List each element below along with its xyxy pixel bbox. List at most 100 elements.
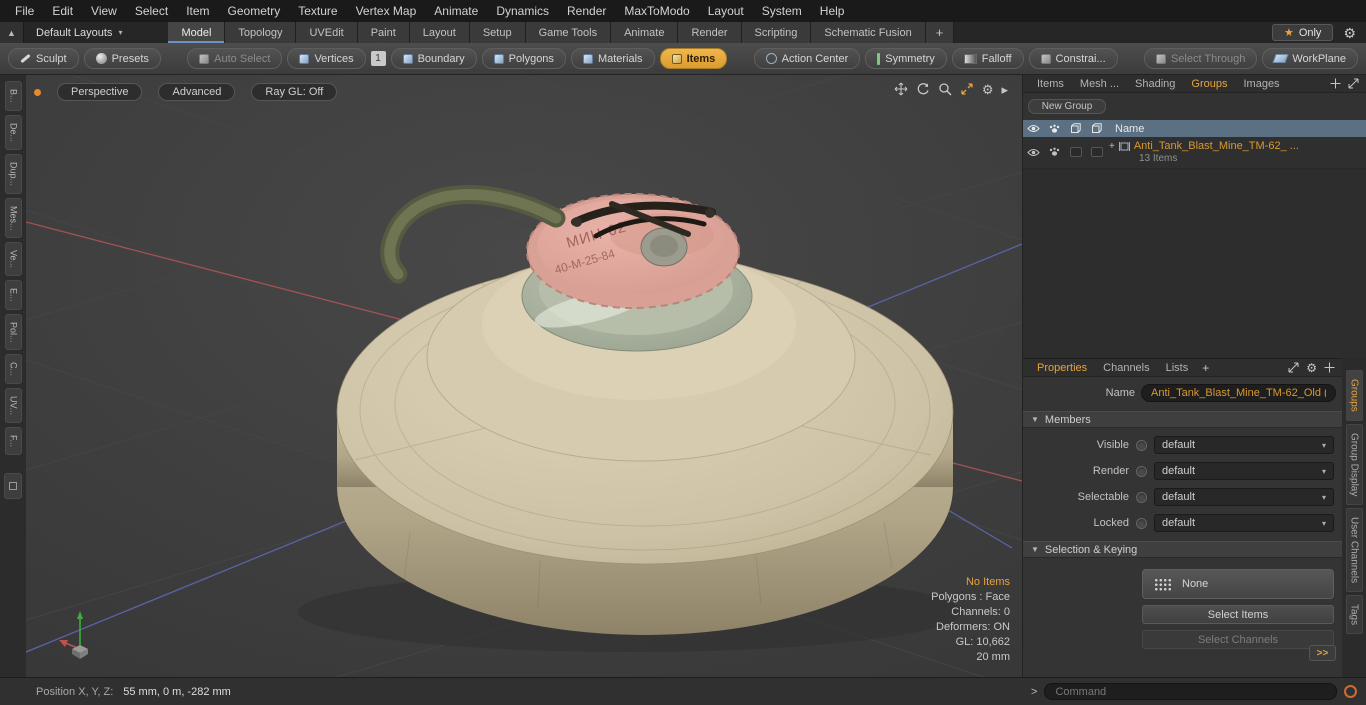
add-panel-tab-button[interactable]: + [1196,361,1215,375]
tab-images[interactable]: Images [1235,76,1287,92]
keying-toggle[interactable] [1136,491,1147,503]
members-section-header[interactable]: ▼ Members [1023,411,1342,428]
toolbox-tab[interactable]: UV... [4,388,22,424]
group-name-input[interactable] [1141,384,1336,402]
command-input[interactable] [1044,683,1337,700]
tab-channels[interactable]: Channels [1095,360,1157,376]
raygl-button[interactable]: Ray GL: Off [251,83,338,101]
name-column-header[interactable]: Name [1107,123,1144,135]
locked-dropdown[interactable]: default ▾ [1154,514,1334,532]
menu-item[interactable]: Item [177,0,218,22]
toolbox-tab[interactable]: C... [4,354,22,385]
toolbox-tab[interactable]: B... [4,81,22,111]
resize-panel-icon[interactable] [1288,362,1299,373]
menu-item[interactable]: Dynamics [487,0,558,22]
select-column-header[interactable] [1086,123,1107,134]
layout-selector-dropdown[interactable]: Default Layouts ▾ [24,22,134,43]
presets-button[interactable]: Presets [83,48,161,69]
select-channels-button[interactable]: Select Channels [1142,630,1334,649]
side-tab-group-display[interactable]: Group Display [1345,423,1363,506]
sculpt-button[interactable]: Sculpt [8,48,79,69]
toolbox-tab[interactable]: F... [4,427,22,456]
advanced-button[interactable]: Advanced [158,83,236,101]
items-button[interactable]: Items [659,48,728,69]
menu-item[interactable]: Help [811,0,854,22]
add-layout-tab-button[interactable]: + [925,22,955,43]
menu-item[interactable]: Geometry [219,0,290,22]
lock-column-header[interactable] [1065,123,1086,134]
gear-icon[interactable]: ⚙ [1343,26,1356,40]
layout-tab[interactable]: Scripting [741,22,812,43]
keying-toggle[interactable] [1136,465,1147,477]
layout-tab[interactable]: Render [678,22,742,43]
falloff-button[interactable]: Falloff [951,48,1024,69]
toolbox-tab[interactable]: Ve... [4,242,22,277]
viewport-gear-icon[interactable]: ⚙ [982,83,994,96]
tab-lists[interactable]: Lists [1158,360,1197,376]
render-dropdown[interactable]: default ▾ [1154,462,1334,480]
command-history-icon[interactable] [1344,685,1357,698]
layout-tab[interactable]: Topology [225,22,297,43]
viewport-3d-scene[interactable]: МИН-62 40-М-25-84 [26,75,1022,677]
materials-button[interactable]: Materials [570,48,655,69]
polygons-button[interactable]: Polygons [481,48,566,69]
selection-keying-section-header[interactable]: ▼ Selection & Keying [1023,541,1342,558]
toolbox-tab[interactable]: E... [4,280,22,310]
row-lock-toggle[interactable] [1065,140,1086,164]
keying-toggle[interactable] [1136,517,1147,529]
action-center-button[interactable]: Action Center [753,48,861,69]
perspective-button[interactable]: Perspective [57,83,143,101]
pan-panel-icon[interactable] [1330,78,1341,89]
row-visible-toggle[interactable] [1023,140,1044,164]
symmetry-button[interactable]: Symmetry [865,48,947,69]
vertices-button[interactable]: Vertices [287,48,366,69]
row-select-toggle[interactable] [1086,140,1107,164]
tab-items[interactable]: Items [1029,76,1072,92]
layout-tab[interactable]: Game Tools [525,22,612,43]
constraints-button[interactable]: Constrai... [1028,48,1118,69]
toolbox-tab[interactable]: Dup... [4,153,22,194]
render-column-header[interactable] [1044,124,1065,134]
left-strip-icon-tab[interactable] [4,473,22,500]
layout-tab[interactable]: Paint [357,22,410,43]
3d-viewport[interactable]: МИН-62 40-М-25-84 Perspective Advanced R… [26,75,1022,677]
expand-plus-icon[interactable]: + [1109,141,1115,152]
menu-item[interactable]: Layout [699,0,753,22]
group-name[interactable]: Anti_Tank_Blast_Mine_TM-62_ ... [1134,140,1299,152]
side-tab-groups[interactable]: Groups [1345,370,1363,421]
resize-panel-icon[interactable] [1348,78,1359,89]
menu-item[interactable]: View [82,0,126,22]
menu-item[interactable]: MaxToModo [615,0,698,22]
select-items-button[interactable]: Select Items [1142,605,1334,624]
tab-mesh-ops[interactable]: Mesh ... [1072,76,1127,92]
toolbox-tab[interactable]: De... [4,114,22,150]
side-tab-tags[interactable]: Tags [1345,595,1363,635]
layout-tab-model[interactable]: Model [168,22,226,43]
menu-item[interactable]: Texture [289,0,346,22]
layout-tab[interactable]: UVEdit [296,22,358,43]
keying-toggle[interactable] [1136,439,1147,451]
layout-tab[interactable]: Layout [409,22,470,43]
menu-item[interactable]: Select [126,0,177,22]
boundary-button[interactable]: Boundary [390,48,477,69]
selectable-dropdown[interactable]: default ▾ [1154,488,1334,506]
select-through-button[interactable]: Select Through [1143,48,1258,69]
group-list-row[interactable]: + Anti_Tank_Blast_Mine_TM-62_ ... 13 Ite… [1023,137,1366,169]
viewport-options-icon[interactable] [34,88,41,96]
workplane-button[interactable]: WorkPlane [1262,48,1358,69]
row-render-toggle[interactable] [1044,140,1065,164]
tab-groups[interactable]: Groups [1183,76,1235,92]
menu-item[interactable]: System [753,0,811,22]
pan-tool-icon[interactable] [894,82,908,96]
only-button[interactable]: ★ Only [1271,24,1334,41]
menu-item[interactable]: File [6,0,43,22]
visible-dropdown[interactable]: default ▾ [1154,436,1334,454]
tab-shading[interactable]: Shading [1127,76,1183,92]
pan-panel-icon[interactable] [1324,362,1335,373]
new-group-button[interactable]: New Group [1028,99,1106,114]
menu-item[interactable]: Render [558,0,615,22]
menu-item[interactable]: Vertex Map [347,0,426,22]
zoom-tool-icon[interactable] [938,82,952,96]
panel-gear-icon[interactable]: ⚙ [1306,362,1317,374]
side-tab-user-channels[interactable]: User Channels [1345,508,1363,593]
